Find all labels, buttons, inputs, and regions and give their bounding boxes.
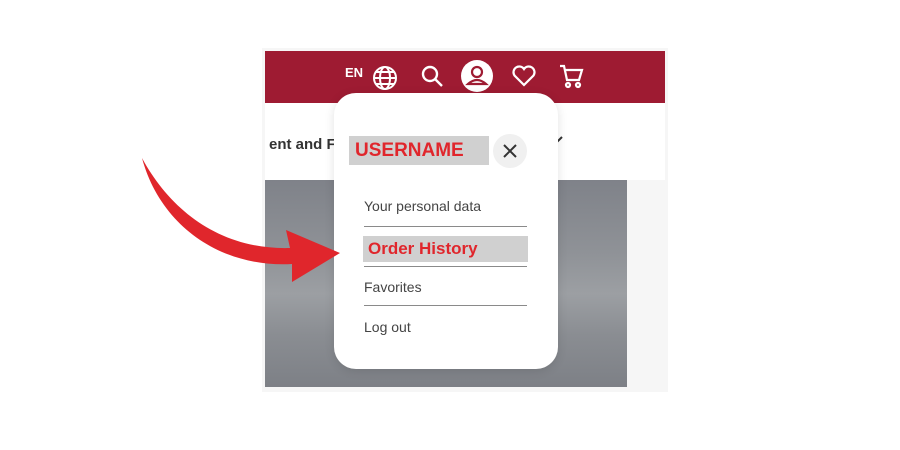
menu-item-personal-data[interactable]: Your personal data (364, 198, 527, 214)
search-icon[interactable] (420, 64, 444, 88)
user-icon[interactable] (461, 60, 493, 92)
close-button[interactable] (493, 134, 527, 168)
account-menu-popup: USERNAME Your personal data Order Histor… (334, 93, 558, 369)
divider (364, 266, 527, 267)
heart-icon[interactable] (511, 64, 537, 88)
close-icon (503, 144, 517, 158)
annotation-arrow-icon (142, 158, 340, 282)
username-label: USERNAME (349, 136, 489, 165)
language-label[interactable]: EN (345, 65, 363, 80)
menu-item-logout[interactable]: Log out (364, 319, 527, 335)
menu-item-order-history[interactable]: Order History (363, 236, 528, 262)
globe-icon[interactable] (372, 65, 398, 91)
divider (364, 226, 527, 227)
divider (364, 305, 527, 306)
menu-item-favorites[interactable]: Favorites (364, 279, 527, 295)
cart-icon[interactable] (557, 62, 585, 90)
